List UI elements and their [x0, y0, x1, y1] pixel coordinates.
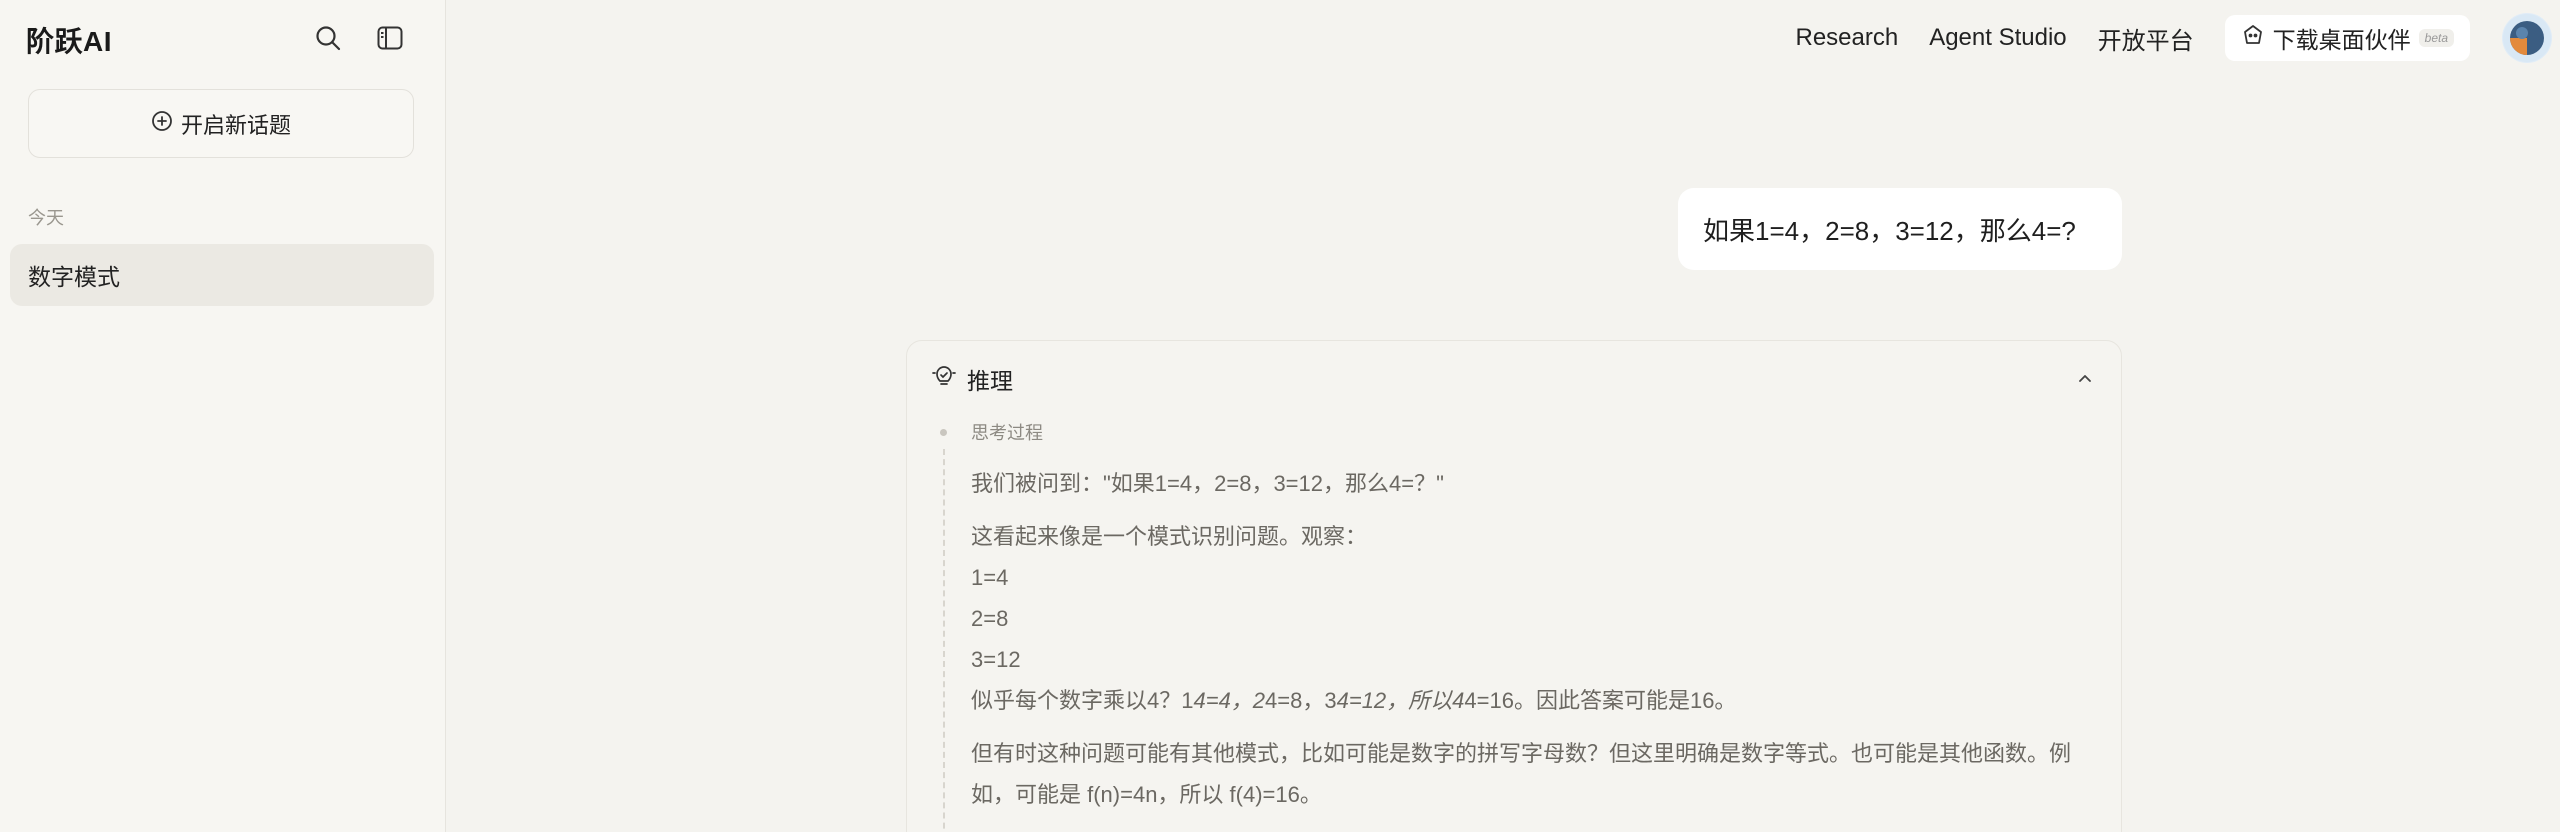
- history-item-selected[interactable]: 数字模式: [10, 244, 434, 306]
- reasoning-title: 推理: [967, 368, 1013, 394]
- timeline-line: [943, 449, 945, 832]
- download-label: 下载桌面伙伴: [2272, 27, 2411, 53]
- nav-link-research[interactable]: Research: [1795, 24, 1898, 52]
- reasoning-paragraph-2: 这看起来像是一个模式识别问题。观察： 1=4 2=8 3=12 似乎每个数字乘以…: [971, 516, 2081, 721]
- reasoning-panel: 推理 思考过程 我们被问到："如果1=4，2=8，3=12，那么4=？" 这看起…: [906, 340, 2122, 832]
- nav-link-open-platform[interactable]: 开放平台: [2098, 21, 2194, 56]
- app-root: 阶跃AI 开启新话题 今天 数字模式 Research Agent Studio…: [0, 0, 2560, 832]
- reasoning-line-p3-1: 但有时这种问题可能有其他模式，比如可能是数字的拼写字母数？但这里明确是数字等式。…: [971, 741, 2072, 766]
- new-topic-label: 开启新话题: [180, 112, 291, 138]
- reasoning-paragraph-3: 但有时这种问题可能有其他模式，比如可能是数字的拼写字母数？但这里明确是数字等式。…: [971, 733, 2081, 815]
- chevron-up-icon[interactable]: [2073, 367, 2097, 391]
- beta-badge: beta: [2418, 29, 2454, 47]
- search-icon[interactable]: [312, 22, 344, 54]
- sidebar: 阶跃AI 开启新话题 今天 数字模式: [0, 0, 446, 832]
- reasoning-line-p3-2: 如，可能是 f(n)=4n，所以 f(4)=16。: [971, 782, 1322, 807]
- lightbulb-icon: [931, 363, 957, 395]
- conclusion-part-e: 4=16。因此答案可能是16。: [1464, 688, 1737, 713]
- user-message-bubble: 如果1=4，2=8，3=12，那么4=?: [1678, 188, 2122, 270]
- top-nav: Research Agent Studio 开放平台 下载桌面伙伴 beta: [1795, 13, 2560, 63]
- conclusion-part-d: 4=12，所以4: [1336, 688, 1465, 713]
- reasoning-paragraph-1: 我们被问到："如果1=4，2=8，3=12，那么4=？": [971, 471, 1444, 496]
- reasoning-content: 我们被问到："如果1=4，2=8，3=12，那么4=？" 这看起来像是一个模式识…: [971, 463, 2081, 827]
- robot-icon: [2241, 23, 2265, 53]
- reasoning-line-eq1: 1=4: [971, 565, 1009, 590]
- nav-link-agent-studio[interactable]: Agent Studio: [1929, 24, 2066, 52]
- timeline-dot: [940, 429, 947, 436]
- reasoning-header[interactable]: 推理: [931, 363, 1013, 395]
- reasoning-line-eq2: 2=8: [971, 606, 1009, 631]
- download-desktop-button[interactable]: 下载桌面伙伴 beta: [2224, 15, 2470, 61]
- thinking-process-label: 思考过程: [971, 423, 1043, 443]
- user-avatar[interactable]: [2502, 13, 2552, 63]
- reasoning-line-intro: 这看起来像是一个模式识别问题。观察：: [971, 524, 1368, 549]
- reasoning-line-eq3: 3=12: [971, 647, 1021, 672]
- conclusion-part-b: 4=4，2: [1193, 688, 1266, 713]
- conclusion-part-a: 似乎每个数字乘以4？1: [971, 688, 1194, 713]
- app-logo[interactable]: 阶跃AI: [26, 20, 112, 60]
- new-topic-button[interactable]: 开启新话题: [28, 89, 414, 158]
- conclusion-part-c: 4=8，3: [1265, 688, 1337, 713]
- plus-circle-icon: [151, 110, 173, 138]
- sidebar-toggle-icon[interactable]: [374, 22, 406, 54]
- reasoning-line-conclusion: 似乎每个数字乘以4？14=4，24=8，34=12，所以44=16。因此答案可能…: [971, 680, 2081, 721]
- history-group-today: 今天: [28, 208, 64, 228]
